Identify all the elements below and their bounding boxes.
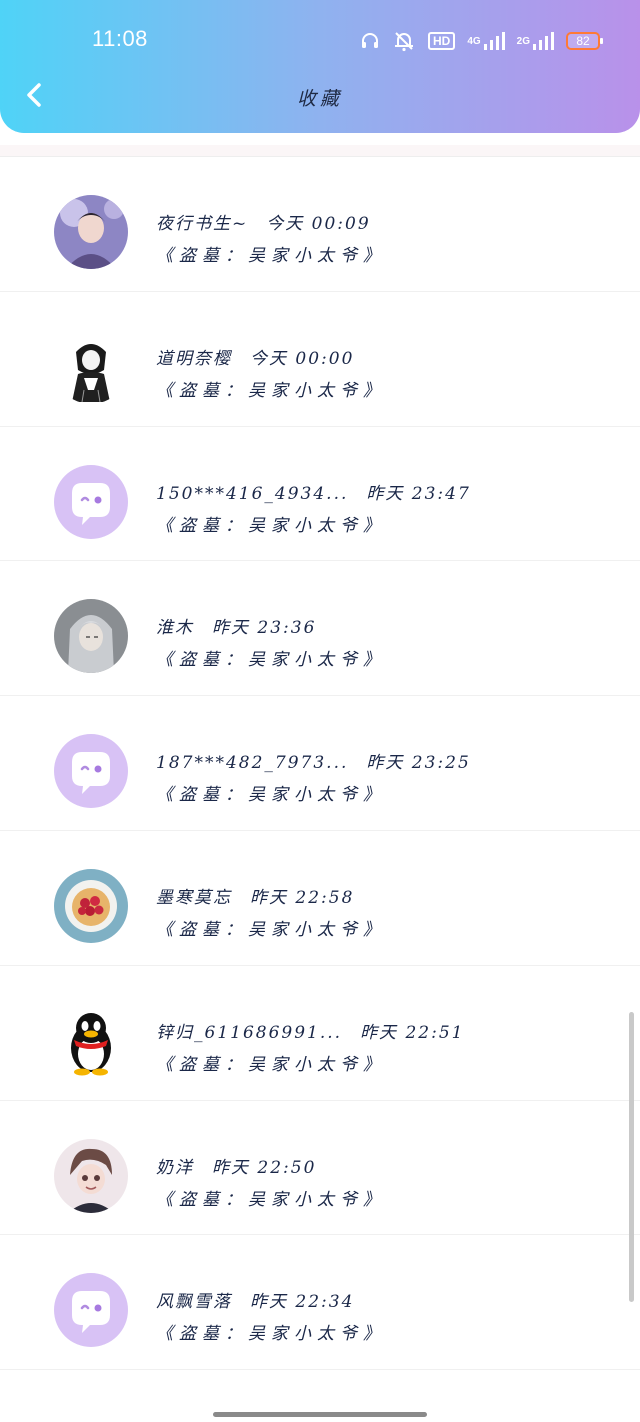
- item-header: 187***482_7973... 昨天 23:25: [156, 748, 471, 773]
- item-header: 奶洋 昨天 22:50: [156, 1153, 316, 1178]
- item-header: 道明奈樱 今天 00:00: [156, 344, 354, 369]
- avatar[interactable]: [54, 1138, 128, 1213]
- item-header: 夜行书生~ 今天 00:09: [156, 209, 371, 234]
- avatar-anime-longhair-icon: [54, 599, 128, 674]
- item-message: 《盗墓：吴家小太爷》: [156, 1324, 386, 1345]
- scrollbar[interactable]: [629, 1012, 634, 1302]
- list-item[interactable]: 150***416_4934... 昨天 23:47 《盗墓：吴家小太爷》: [0, 427, 640, 562]
- item-message: 《盗墓：吴家小太爷》: [156, 515, 386, 536]
- avatar[interactable]: [54, 599, 128, 674]
- headset-icon: [360, 31, 380, 51]
- timestamp: 昨天 23:36: [212, 618, 317, 639]
- timestamp: 昨天 23:47: [366, 483, 471, 504]
- timestamp: 昨天 23:25: [366, 753, 471, 774]
- header-bar: 11:08 HD 4G 2G 82 收藏: [0, 0, 640, 133]
- avatar-cake-icon: [54, 868, 128, 943]
- user-name: 187***482_7973...: [156, 753, 349, 774]
- user-name: 奶洋: [156, 1157, 194, 1178]
- signal-4g-icon: 4G: [467, 31, 505, 51]
- signal-2g-icon: 2G: [517, 31, 554, 51]
- item-message: 《盗墓：吴家小太爷》: [156, 1189, 386, 1210]
- item-header: 风飘雪落 昨天 22:34: [156, 1287, 354, 1312]
- battery-icon: 82: [566, 32, 603, 50]
- avatar-sketch-girl-icon: [54, 329, 128, 404]
- mute-bell-icon: [392, 30, 416, 52]
- status-time: 11:08: [92, 26, 148, 51]
- item-header: 锌归_611686991... 昨天 22:51: [156, 1018, 464, 1043]
- timestamp: 昨天 22:58: [250, 887, 355, 908]
- avatar[interactable]: [54, 868, 128, 943]
- status-bar: 11:08 HD 4G 2G 82: [0, 0, 640, 80]
- avatar[interactable]: [54, 734, 128, 809]
- avatar[interactable]: [54, 1273, 128, 1348]
- user-name: 墨寒莫忘: [156, 887, 232, 908]
- item-message: 《盗墓：吴家小太爷》: [156, 785, 386, 806]
- status-icons: HD 4G 2G 82: [360, 28, 603, 54]
- item-message: 《盗墓：吴家小太爷》: [156, 650, 386, 671]
- item-header: 墨寒莫忘 昨天 22:58: [156, 883, 354, 908]
- penguin-avatar-icon: [54, 1003, 128, 1078]
- item-message: 《盗墓：吴家小太爷》: [156, 380, 386, 401]
- list-item[interactable]: 187***482_7973... 昨天 23:25 《盗墓：吴家小太爷》: [0, 696, 640, 831]
- avatar[interactable]: [54, 464, 128, 539]
- favorites-list: 夜行书生~ 今天 00:09 《盗墓：吴家小太爷》 道明奈樱 今天 00:00 《盗…: [0, 145, 640, 1371]
- list-item[interactable]: 锌归_611686991... 昨天 22:51 《盗墓：吴家小太爷》: [0, 966, 640, 1101]
- default-chat-avatar-icon: [54, 464, 128, 539]
- item-header: 淮木 昨天 23:36: [156, 613, 316, 638]
- home-indicator[interactable]: [213, 1412, 427, 1417]
- page-title: 收藏: [296, 88, 343, 110]
- user-name: 风飘雪落: [156, 1292, 232, 1313]
- user-name: 道明奈樱: [156, 348, 232, 369]
- item-message: 《盗墓：吴家小太爷》: [156, 919, 386, 940]
- list-top-divider: [0, 145, 640, 157]
- item-header: 150***416_4934... 昨天 23:47: [156, 479, 471, 504]
- item-message: 《盗墓：吴家小太爷》: [156, 246, 386, 266]
- avatar[interactable]: [54, 195, 128, 269]
- list-item[interactable]: 风飘雪落 昨天 22:34 《盗墓：吴家小太爷》: [0, 1235, 640, 1371]
- item-message: 《盗墓：吴家小太爷》: [156, 1054, 386, 1075]
- default-chat-avatar-icon: [54, 1273, 128, 1348]
- user-name: 150***416_4934...: [156, 483, 349, 504]
- avatar[interactable]: [54, 1003, 128, 1078]
- list-item[interactable]: 夜行书生~ 今天 00:09 《盗墓：吴家小太爷》: [0, 157, 640, 292]
- timestamp: 昨天 22:50: [212, 1157, 317, 1178]
- timestamp: 今天 00:09: [266, 214, 371, 234]
- default-chat-avatar-icon: [54, 734, 128, 809]
- list-item[interactable]: 墨寒莫忘 昨天 22:58 《盗墓：吴家小太爷》: [0, 831, 640, 966]
- user-name: 淮木: [156, 618, 194, 639]
- network-4g-label: 4G: [467, 35, 481, 47]
- timestamp: 昨天 22:34: [250, 1292, 355, 1313]
- list-item[interactable]: 道明奈樱 今天 00:00 《盗墓：吴家小太爷》: [0, 292, 640, 427]
- timestamp: 昨天 22:51: [360, 1022, 465, 1043]
- user-name: 锌归_611686991...: [156, 1022, 343, 1043]
- list-item[interactable]: 淮木 昨天 23:36 《盗墓：吴家小太爷》: [0, 561, 640, 697]
- avatar-photo-boy-icon: [54, 195, 128, 269]
- timestamp: 今天 00:00: [250, 348, 355, 369]
- network-2g-label: 2G: [516, 35, 530, 47]
- hd-icon: HD: [427, 32, 456, 50]
- user-name: 夜行书生~: [156, 214, 249, 234]
- avatar-anime-boy-icon: [54, 1138, 128, 1213]
- list-item[interactable]: 奶洋 昨天 22:50 《盗墓：吴家小太爷》: [0, 1101, 640, 1236]
- avatar[interactable]: [54, 329, 128, 404]
